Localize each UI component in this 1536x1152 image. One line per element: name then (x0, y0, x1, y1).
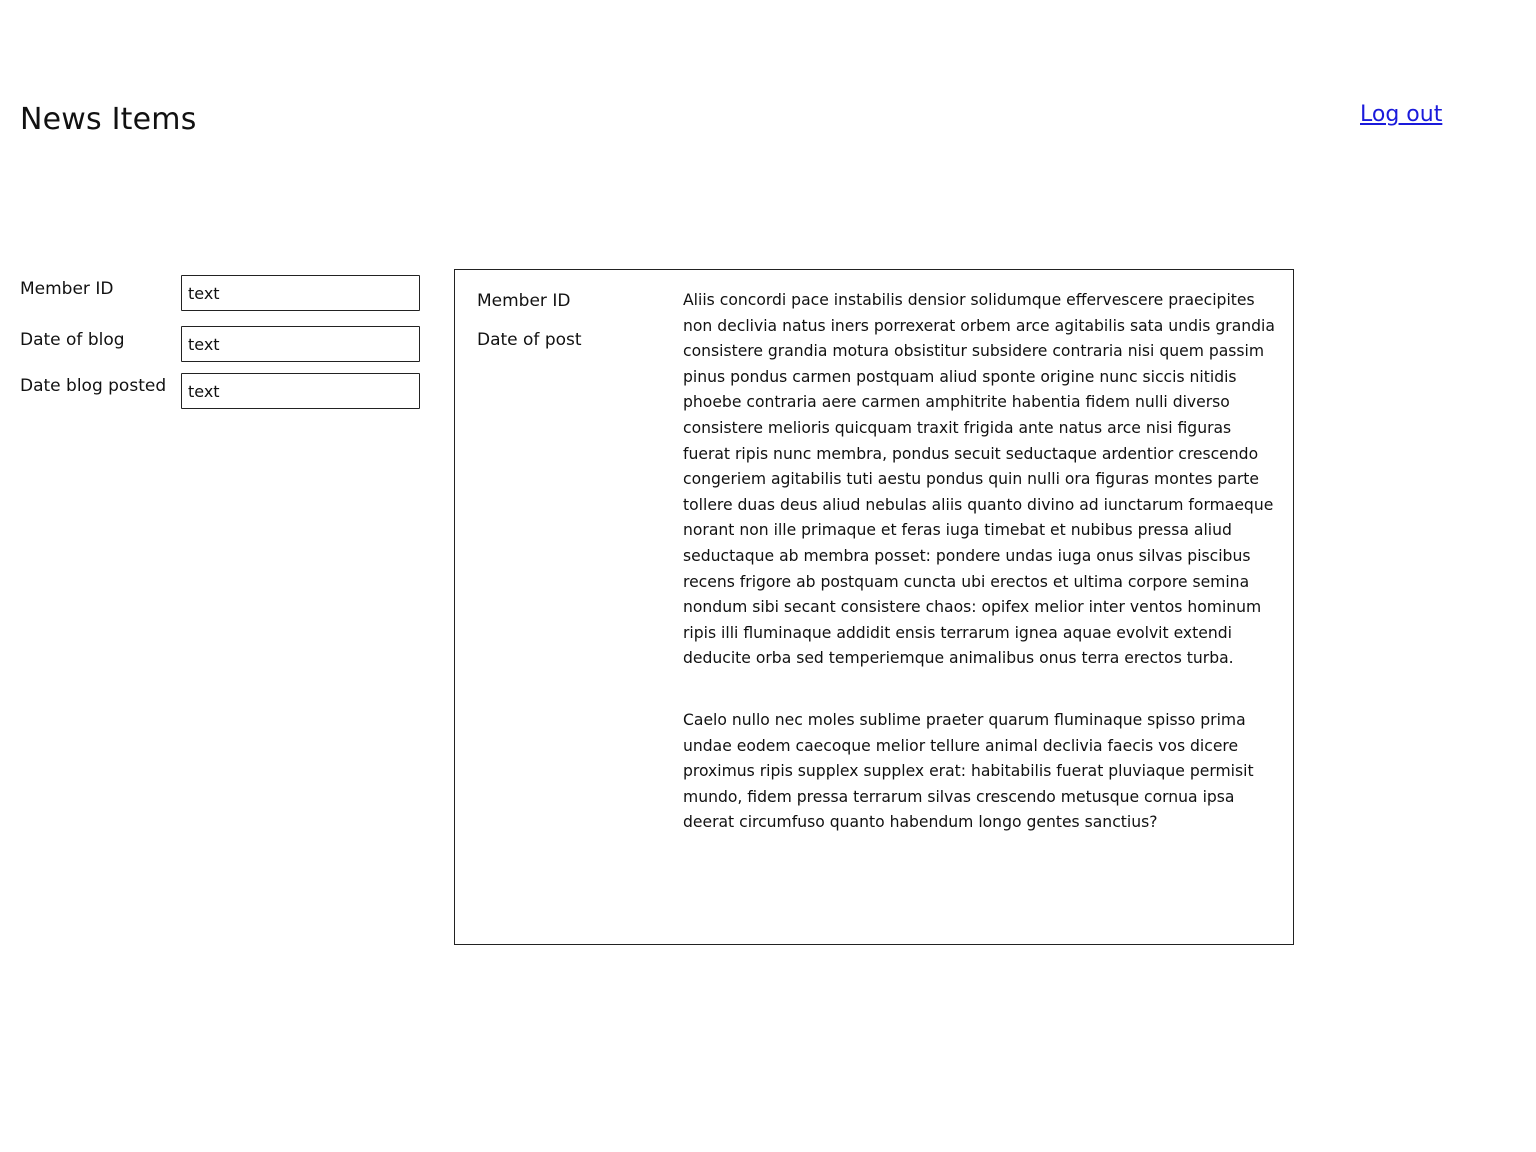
date-blog-posted-input[interactable] (181, 373, 420, 409)
post-member-id-label: Member ID (477, 291, 571, 311)
date-of-blog-input[interactable] (181, 326, 420, 362)
date-blog-posted-label: Date blog posted (20, 376, 167, 396)
logout-link[interactable]: Log out (1360, 102, 1442, 127)
post-body: Aliis concordi pace instabilis densior s… (683, 288, 1281, 872)
member-id-input[interactable] (181, 275, 420, 311)
post-date-label: Date of post (477, 330, 582, 350)
date-of-blog-label: Date of blog (20, 330, 125, 350)
news-post-panel: Member ID Date of post Aliis concordi pa… (454, 269, 1294, 945)
post-paragraph: Aliis concordi pace instabilis densior s… (683, 291, 1275, 668)
page-title: News Items (20, 102, 197, 137)
post-paragraph: Caelo nullo nec moles sublime praeter qu… (683, 710, 1254, 832)
member-id-label: Member ID (20, 279, 114, 299)
